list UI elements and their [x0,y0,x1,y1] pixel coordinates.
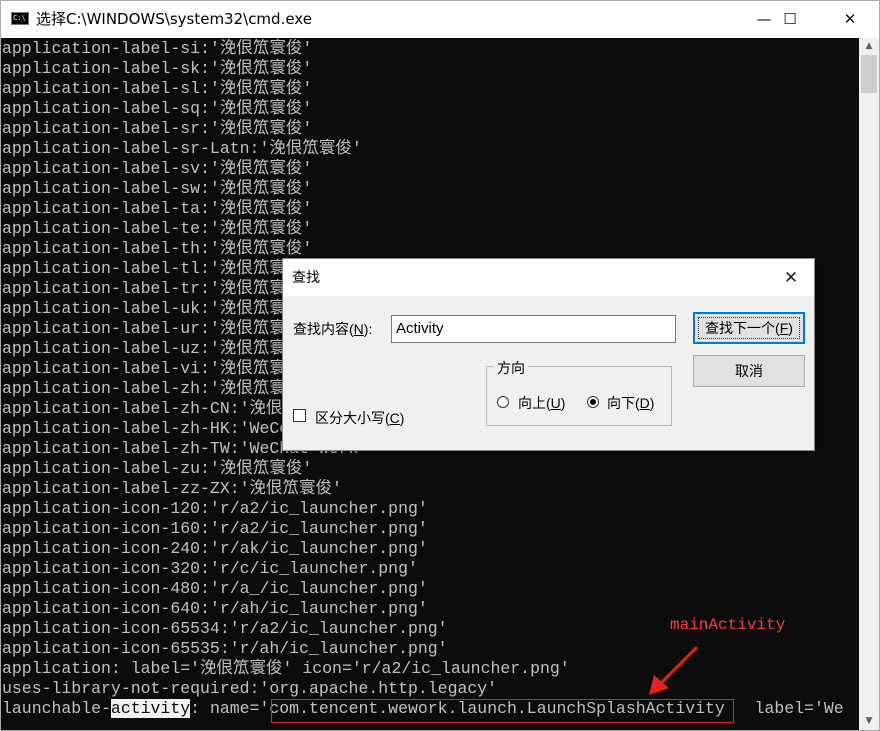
console-line: application-label-zu:'浼佷笟寰俊' [2,459,313,478]
console-line: application-label-th:'浼佷笟寰俊' [2,239,313,258]
console-line: application-label-ur:'浼佷笟寰俊' [2,319,313,338]
console-line: application-label-tr:'浼佷笟寰俊' [2,279,313,298]
console-line: application-label-vi:'浼佷笟寰俊' [2,359,313,378]
match-case-checkbox[interactable] [293,409,306,422]
annotation-label: mainActivity [670,616,786,634]
console-line: application-icon-320:'r/c/ic_launcher.pn… [2,559,418,578]
console-line: application-icon-640:'r/ah/ic_launcher.p… [2,599,428,618]
cancel-button[interactable]: 取消 [693,355,805,387]
console-line: application-icon-120:'r/a2/ic_launcher.p… [2,499,428,518]
annotation-arrow-icon [649,645,699,695]
direction-up-radio[interactable] [497,396,509,408]
find-dialog: 查找 ✕ 查找内容(N): Activity 查找下一个(F) 取消 方向 向上… [282,258,815,451]
console-line: application-label-sq:'浼佷笟寰俊' [2,99,313,118]
close-icon: ✕ [783,268,799,287]
console-line: application-label-zh:'浼佷笟寰俊' [2,379,313,398]
vertical-scrollbar[interactable]: ▲ ▼ [859,38,879,730]
console-line: application-icon-65535:'r/ah/ic_launcher… [2,639,448,658]
scroll-up-icon[interactable]: ▲ [859,38,879,55]
find-what-label: 查找内容(N): [293,321,373,337]
cmd-app-icon[interactable]: C:\ [11,12,29,25]
console-line: application-icon-480:'r/a_/ic_launcher.p… [2,579,428,598]
direction-down-radio[interactable] [587,396,599,408]
scroll-down-icon[interactable]: ▼ [859,713,879,730]
maximize-icon: ☐ [783,10,797,28]
direction-down-label[interactable]: 向下(D) [607,393,654,413]
console-line: application-icon-240:'r/ak/ic_launcher.p… [2,539,428,558]
console-line: application-label-sl:'浼佷笟寰俊' [2,79,313,98]
radio-selected-dot [590,399,596,405]
window-title: 选择C:\WINDOWS\system32\cmd.exe [36,10,312,28]
console-line: application-icon-160:'r/a2/ic_launcher.p… [2,519,428,538]
find-what-input[interactable]: Activity [391,315,676,343]
console-line: application-label-uk:'浼佷笟寰俊' [2,299,313,318]
console-line: application-label-sv:'浼佷笟寰俊' [2,159,313,178]
console-line: application-label-sk:'浼佷笟寰俊' [2,59,313,78]
dialog-title-bar[interactable]: 查找 ✕ [283,259,814,296]
dialog-close-button[interactable]: ✕ [774,259,808,296]
maximize-button[interactable]: ☐ [767,1,813,38]
direction-group-label: 方向 [494,358,528,378]
console-line: application-icon-65534:'r/a2/ic_launcher… [2,619,448,638]
search-highlight: activity [110,699,191,718]
console-line: application-label-te:'浼佷笟寰俊' [2,219,313,238]
console-line: application-label-tl:'浼佷笟寰俊' [2,259,313,278]
find-next-button[interactable]: 查找下一个(F) [693,312,805,344]
match-case-label[interactable]: 区分大小写(C) [315,408,404,428]
scroll-thumb[interactable] [861,55,877,93]
direction-up-label[interactable]: 向上(U) [518,393,565,413]
console-line: application-label-zz-ZX:'浼佷笟寰俊' [2,479,342,498]
dialog-title: 查找 [292,269,320,285]
console-line: uses-library-not-required:'org.apache.ht… [2,679,498,698]
console-line: application-label-sr-Latn:'浼佷笟寰俊' [2,139,362,158]
console-line: application-label-sw:'浼佷笟寰俊' [2,179,313,198]
console-line: application-label-sr:'浼佷笟寰俊' [2,119,313,138]
close-icon: ✕ [843,10,857,28]
close-button[interactable]: ✕ [827,1,873,38]
title-bar[interactable]: C:\ 选择C:\WINDOWS\system32\cmd.exe — ☐ ✕ [1,1,879,38]
console-line: application-label-si:'浼佷笟寰俊' [2,39,313,58]
console-line: application-label-ta:'浼佷笟寰俊' [2,199,313,218]
console-line: application-label-uz:'浼佷笟寰俊' [2,339,313,358]
console-line: application: label='浼佷笟寰俊' icon='r/a2/ic… [2,659,570,678]
